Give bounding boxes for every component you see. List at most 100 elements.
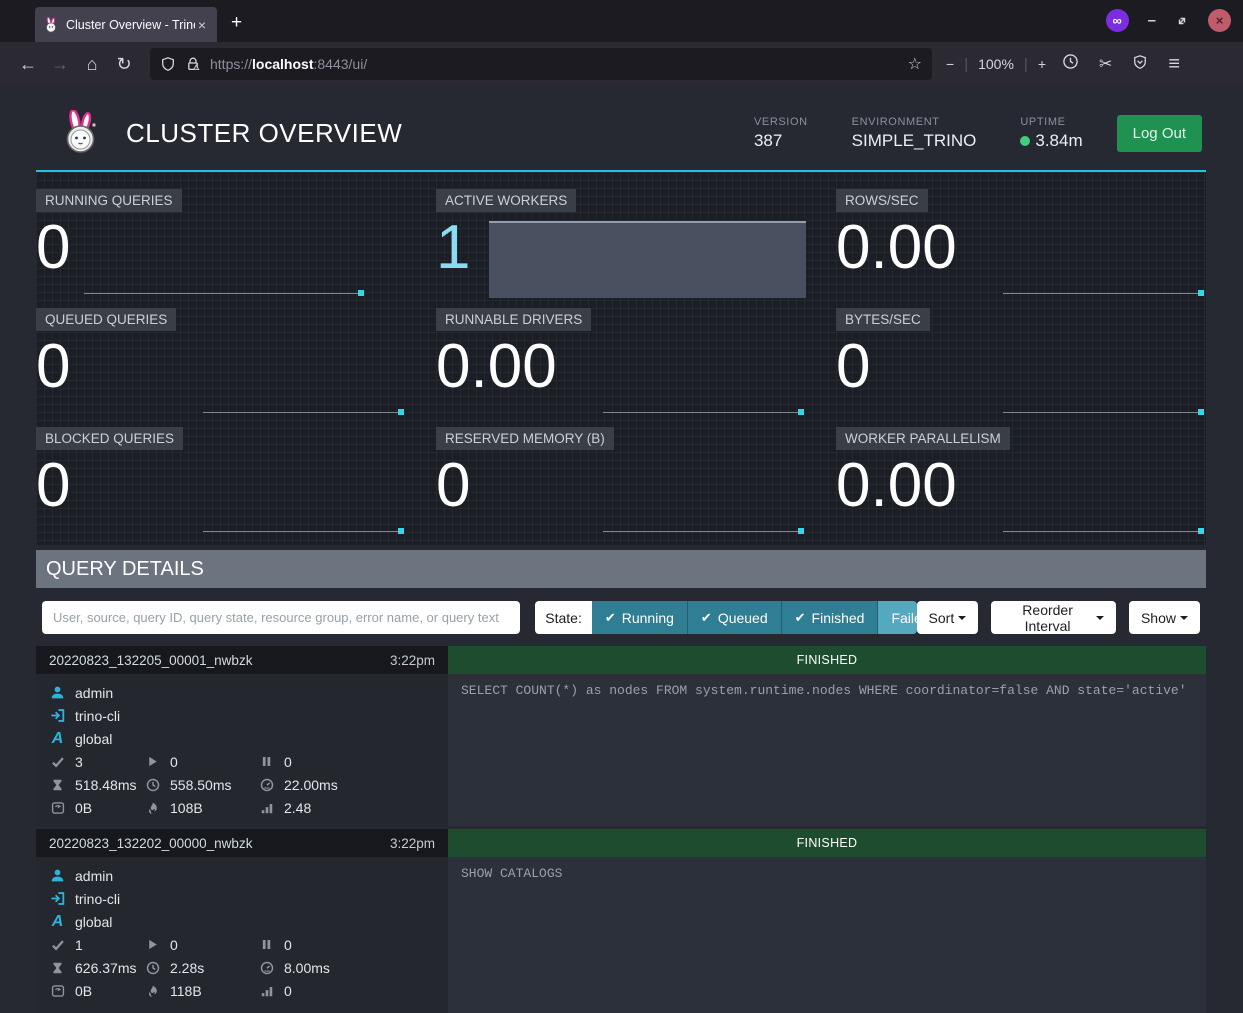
tab-close-icon[interactable]: × xyxy=(195,17,209,33)
filter-running-button[interactable]: ✔ Running xyxy=(592,601,688,634)
cpu-time-icon xyxy=(258,960,275,976)
elapsed-time-icon xyxy=(49,960,66,976)
lock-warning-icon[interactable] xyxy=(185,56,201,72)
uptime-status-dot xyxy=(1020,136,1030,146)
user-icon xyxy=(49,685,66,701)
trino-bunny-logo-icon xyxy=(58,110,104,156)
state-label: State: xyxy=(535,601,592,634)
peak-memory: 108B xyxy=(170,800,203,816)
cluster-stats-grid: RUNNING QUERIES 0 ACTIVE WORKERS 1 ROWS/… xyxy=(36,172,1206,545)
stat-reserved-memory: RESERVED MEMORY (B) 0 xyxy=(436,420,806,539)
running-splits-icon xyxy=(144,937,161,953)
stat-label: RUNNABLE DRIVERS xyxy=(436,308,591,331)
stat-label: QUEUED QUERIES xyxy=(36,308,176,331)
forward-icon[interactable]: → xyxy=(44,54,76,75)
current-memory: 0B xyxy=(75,800,92,816)
stat-value: 0 xyxy=(36,454,70,517)
url-bar[interactable]: https://localhost:8443/ui/ ☆ xyxy=(150,48,932,80)
user-icon xyxy=(49,868,66,884)
query-id-link[interactable]: 20220823_132202_00000_nwbzk xyxy=(49,836,252,851)
source-icon xyxy=(49,708,66,724)
query-time: 3:22pm xyxy=(390,836,435,851)
divider: | xyxy=(964,56,968,73)
menu-icon[interactable]: ≡ xyxy=(1168,53,1180,76)
close-button[interactable]: × xyxy=(1208,9,1231,32)
reorder-interval-dropdown[interactable]: Reorder Interval xyxy=(991,601,1116,634)
shield-icon[interactable] xyxy=(160,56,176,72)
completed-splits: 1 xyxy=(75,937,83,953)
query-sql-text: SHOW CATALOGS xyxy=(448,857,1206,1013)
screenshot-icon[interactable]: ✂ xyxy=(1099,54,1112,74)
sparkline xyxy=(603,412,803,413)
cpu-time: 8.00ms xyxy=(284,960,330,976)
peak-memory-icon xyxy=(144,800,161,816)
stat-rows-sec: ROWS/SEC 0.00 xyxy=(836,182,1206,301)
cpu-time: 22.00ms xyxy=(284,777,338,793)
pocket-shield-icon[interactable] xyxy=(1132,54,1148,75)
back-icon[interactable]: ← xyxy=(12,54,44,75)
elapsed-time: 518.48ms xyxy=(75,777,136,793)
version-block: VERSION 387 xyxy=(754,116,808,151)
stat-queued-queries: QUEUED QUERIES 0 xyxy=(36,301,406,420)
query-source: trino-cli xyxy=(75,708,120,724)
browser-titlebar: Cluster Overview - Trino × + ∞ – × xyxy=(0,0,1243,42)
logout-button[interactable]: Log Out xyxy=(1117,115,1202,152)
sparkline xyxy=(1003,531,1203,532)
resource-group-icon: A xyxy=(52,730,64,748)
browser-tab[interactable]: Cluster Overview - Trino × xyxy=(35,7,217,42)
stat-value: 0 xyxy=(36,335,70,398)
current-memory-icon xyxy=(49,800,66,816)
uptime-block: UPTIME 3.84m xyxy=(1020,116,1082,151)
bookmark-star-icon[interactable]: ☆ xyxy=(908,54,922,74)
running-splits: 0 xyxy=(170,937,178,953)
zoom-level[interactable]: 100% xyxy=(978,56,1014,72)
stat-value: 0 xyxy=(36,216,70,279)
stat-label: BYTES/SEC xyxy=(836,308,930,331)
stat-runnable-drivers: RUNNABLE DRIVERS 0.00 xyxy=(436,301,806,420)
refresh-icon[interactable]: ↻ xyxy=(108,54,140,75)
query-user: admin xyxy=(75,685,113,701)
query-id-link[interactable]: 20220823_132205_00001_nwbzk xyxy=(49,653,252,668)
stat-value: 1 xyxy=(436,216,470,279)
minimize-button[interactable]: – xyxy=(1148,16,1156,26)
stat-worker-parallelism: WORKER PARALLELISM 0.00 xyxy=(836,420,1206,539)
queued-splits-icon xyxy=(258,937,275,953)
filter-finished-button[interactable]: ✔ Finished xyxy=(782,601,879,634)
chevron-down-icon xyxy=(958,616,966,620)
zoom-in-icon[interactable]: + xyxy=(1038,56,1046,72)
queued-splits-icon xyxy=(258,754,275,770)
trino-favicon-icon xyxy=(43,17,59,33)
execution-time: 558.50ms xyxy=(170,777,231,793)
chevron-down-icon xyxy=(1096,616,1104,620)
tab-title: Cluster Overview - Trino xyxy=(66,18,195,32)
execution-time: 2.28s xyxy=(170,960,204,976)
execution-time-icon xyxy=(144,777,161,793)
query-source: trino-cli xyxy=(75,891,120,907)
zoom-out-icon[interactable]: − xyxy=(946,56,954,72)
home-icon[interactable]: ⌂ xyxy=(76,54,108,75)
version-value: 387 xyxy=(754,131,808,151)
queued-splits: 0 xyxy=(284,937,292,953)
stat-label: WORKER PARALLELISM xyxy=(836,427,1010,450)
sparkline xyxy=(84,293,362,294)
restore-button[interactable] xyxy=(1175,14,1189,28)
filter-queued-button[interactable]: ✔ Queued xyxy=(688,601,782,634)
query-user: admin xyxy=(75,868,113,884)
new-tab-button[interactable]: + xyxy=(231,12,242,34)
completed-splits: 3 xyxy=(75,754,83,770)
sort-dropdown[interactable]: Sort xyxy=(917,601,979,634)
check-icon: ✔ xyxy=(701,610,712,626)
filter-failed-dropdown[interactable]: Failed xyxy=(878,601,916,634)
history-clock-icon[interactable] xyxy=(1062,53,1079,75)
resource-group-icon: A xyxy=(52,913,64,931)
trino-cluster-overview-page: CLUSTER OVERVIEW VERSION 387 ENVIRONMENT… xyxy=(0,86,1243,1013)
cumulative-memory-icon xyxy=(258,800,275,816)
browser-navbar: ← → ⌂ ↻ https://localhost:8443/ui/ ☆ − | xyxy=(0,42,1243,86)
show-dropdown[interactable]: Show xyxy=(1129,601,1200,634)
check-icon: ✔ xyxy=(795,610,806,626)
stat-value: 0 xyxy=(436,454,470,517)
environment-block: ENVIRONMENT SIMPLE_TRINO xyxy=(852,116,977,151)
query-search-input[interactable] xyxy=(42,601,520,634)
sparkline xyxy=(203,531,403,532)
stat-label: BLOCKED QUERIES xyxy=(36,427,183,450)
